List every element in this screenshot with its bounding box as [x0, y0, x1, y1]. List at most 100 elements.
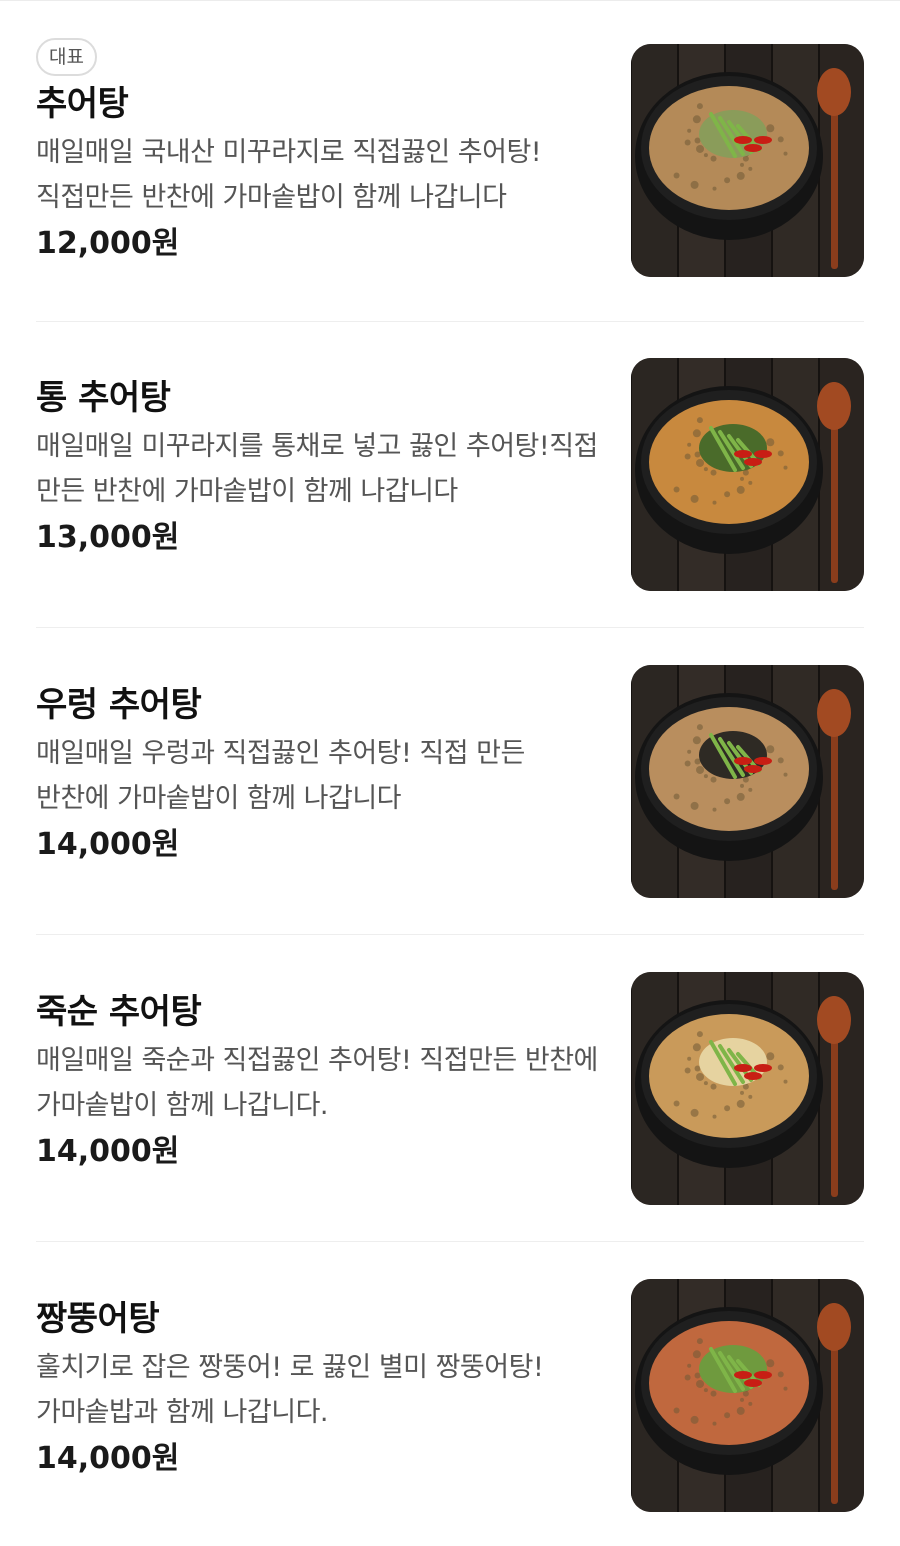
broth-texture: [783, 1386, 788, 1391]
broth-texture: [684, 1067, 691, 1074]
broth-texture: [710, 1390, 717, 1397]
menu-item-text: 통 추어탕 매일매일 미꾸라지를 통채로 넣고 끓인 추어탕!직접 만든 반찬에…: [36, 376, 601, 562]
broth-texture: [712, 807, 717, 812]
menu-item-text: 죽순 추어탕 매일매일 죽순과 직접끓인 추어탕! 직접만든 반찬에 가마솥밥이…: [36, 990, 601, 1176]
menu-item-price: 12,000원: [36, 226, 180, 261]
menu-item-price: 14,000원: [36, 1441, 180, 1476]
menu-item-photo[interactable]: [631, 665, 864, 898]
spoon-handle: [831, 725, 838, 890]
signature-badge: 대표: [36, 38, 97, 76]
red-chili: [734, 450, 752, 458]
menu-item-price: 14,000원: [36, 1134, 180, 1169]
broth-texture: [692, 736, 701, 745]
dish-illustration: [631, 665, 864, 898]
menu-item-price: 14,000원: [36, 827, 180, 862]
menu-item-photo[interactable]: [631, 44, 864, 277]
red-chili: [754, 450, 772, 458]
red-chili: [754, 1064, 772, 1072]
broth-texture: [766, 1052, 775, 1061]
broth-texture: [696, 417, 703, 424]
red-chili: [744, 458, 762, 466]
broth-texture: [673, 793, 680, 800]
spoon-head: [817, 1303, 851, 1351]
broth-texture: [740, 783, 744, 788]
red-chili: [744, 1072, 762, 1080]
broth-texture: [783, 465, 788, 470]
red-chili: [754, 136, 772, 144]
broth-texture: [692, 429, 701, 438]
broth-texture: [724, 177, 731, 184]
broth-texture: [703, 1081, 708, 1086]
broth-texture: [673, 1100, 680, 1107]
broth-texture: [673, 486, 680, 493]
broth-texture: [687, 1363, 692, 1368]
menu-item[interactable]: 통 추어탕 매일매일 미꾸라지를 통채로 넣고 끓인 추어탕!직접 만든 반찬에…: [36, 314, 864, 628]
menu-item-photo[interactable]: [631, 972, 864, 1205]
spoon-handle: [831, 1339, 838, 1504]
broth-texture: [736, 792, 745, 801]
spoon-head: [817, 996, 851, 1044]
broth-texture: [710, 155, 717, 162]
broth-texture: [748, 1401, 753, 1406]
dish-illustration: [631, 972, 864, 1205]
menu-item-text: 짱뚱어탕 훌치기로 잡은 짱뚱어! 로 끓인 별미 짱뚱어탕! 가마솥밥과 함께…: [36, 1297, 601, 1483]
broth-texture: [740, 162, 744, 167]
broth-texture: [673, 1407, 680, 1414]
menu-item[interactable]: 죽순 추어탕 매일매일 죽순과 직접끓인 추어탕! 직접만든 반찬에 가마솥밥이…: [36, 928, 864, 1242]
broth-texture: [692, 1350, 701, 1359]
menu-item[interactable]: 우렁 추어탕 매일매일 우렁과 직접끓인 추어탕! 직접 만든 반찬에 가마솥밥…: [36, 621, 864, 935]
broth-texture: [766, 438, 775, 447]
red-chili: [744, 765, 762, 773]
menu-item[interactable]: 대표 추어탕 매일매일 국내산 미꾸라지로 직접끓인 추어탕! 직접만든 반찬에…: [36, 0, 864, 322]
broth-texture: [696, 458, 705, 467]
broth-texture: [710, 1083, 717, 1090]
broth-texture: [777, 136, 784, 143]
broth-texture: [696, 144, 705, 153]
spoon-handle: [831, 104, 838, 269]
red-chili: [734, 757, 752, 765]
broth-texture: [690, 801, 699, 810]
broth-texture: [696, 765, 705, 774]
broth-texture: [736, 1099, 745, 1108]
menu-item-photo[interactable]: [631, 1279, 864, 1512]
red-chili: [734, 1064, 752, 1072]
broth-texture: [777, 1064, 784, 1071]
broth-texture: [673, 172, 680, 179]
broth-texture: [740, 1090, 744, 1095]
broth-texture: [692, 1043, 701, 1052]
broth-texture: [736, 1406, 745, 1415]
broth-texture: [748, 1094, 753, 1099]
broth-texture: [748, 480, 753, 485]
broth-texture: [712, 186, 717, 191]
menu-item[interactable]: 짱뚱어탕 훌치기로 잡은 짱뚱어! 로 끓인 별미 짱뚱어탕! 가마솥밥과 함께…: [36, 1235, 864, 1541]
menu-item-name: 통 추어탕: [36, 378, 171, 418]
broth-texture: [736, 485, 745, 494]
broth-texture: [684, 139, 691, 146]
broth-texture: [684, 1374, 691, 1381]
broth-texture: [703, 774, 708, 779]
broth-texture: [696, 1338, 703, 1345]
broth-texture: [777, 450, 784, 457]
menu-item-description: 매일매일 국내산 미꾸라지로 직접끓인 추어탕! 직접만든 반찬에 가마솥밥이 …: [36, 137, 542, 213]
broth-texture: [703, 1388, 708, 1393]
broth-texture: [748, 787, 753, 792]
broth-texture: [690, 494, 699, 503]
broth-texture: [740, 476, 744, 481]
menu-item-name: 짱뚱어탕: [36, 1299, 160, 1339]
spoon-head: [817, 68, 851, 116]
menu-item-name: 죽순 추어탕: [36, 992, 202, 1032]
broth-texture: [712, 1421, 717, 1426]
broth-texture: [696, 724, 703, 731]
broth-texture: [783, 1079, 788, 1084]
red-chili: [744, 144, 762, 152]
broth-texture: [687, 442, 692, 447]
broth-texture: [696, 1379, 705, 1388]
broth-texture: [766, 1359, 775, 1368]
broth-texture: [687, 749, 692, 754]
dish-illustration: [631, 1279, 864, 1512]
red-chili: [744, 1379, 762, 1387]
broth-texture: [724, 1412, 731, 1419]
broth-texture: [703, 467, 708, 472]
menu-item-photo[interactable]: [631, 358, 864, 591]
broth-texture: [724, 1105, 731, 1112]
